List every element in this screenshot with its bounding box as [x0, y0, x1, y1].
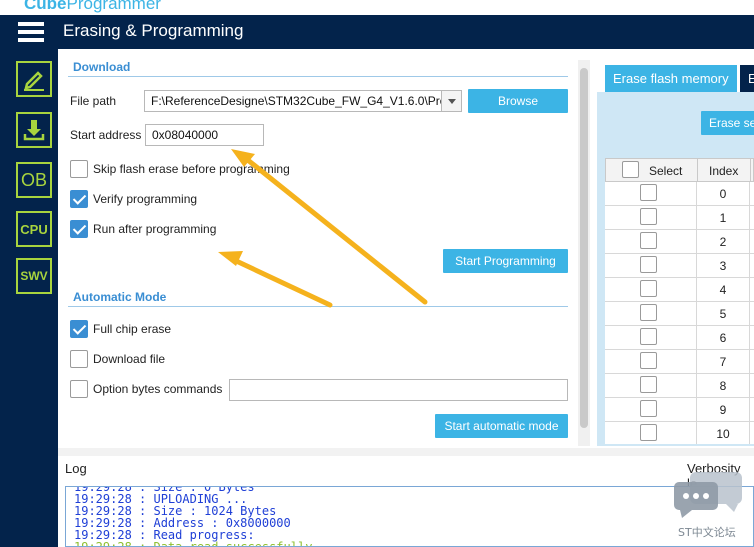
annotation-arrows	[218, 149, 428, 308]
annotation-arrow	[241, 154, 428, 305]
annotation-arrow	[229, 256, 333, 308]
